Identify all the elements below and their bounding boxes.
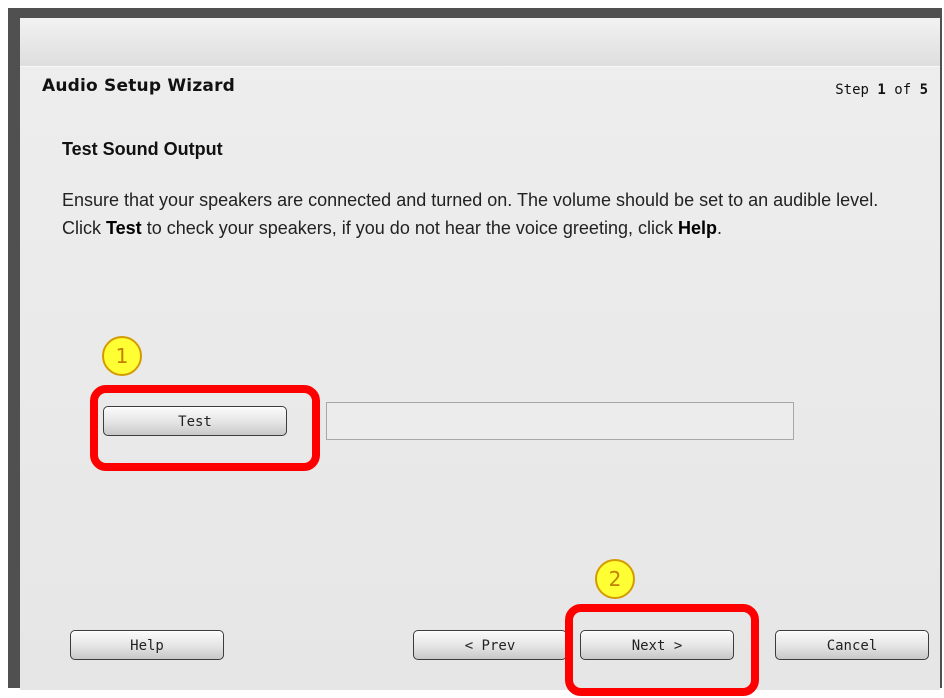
step-indicator: Step 1 of 5 — [835, 82, 928, 98]
section-title: Test Sound Output — [62, 139, 223, 159]
title-strip — [20, 18, 940, 67]
description-text: Ensure that your speakers are connected … — [62, 186, 882, 242]
step-current: 1 — [877, 82, 886, 98]
wizard-title: Audio Setup Wizard — [42, 76, 236, 96]
description-help-word: Help — [677, 218, 717, 238]
audio-setup-dialog: Audio Setup Wizard Step 1 of 5 Test Soun… — [20, 18, 940, 696]
step-of: of — [885, 82, 920, 98]
callout-badge-2: 2 — [595, 559, 635, 599]
window-frame: Audio Setup Wizard Step 1 of 5 Test Soun… — [8, 8, 942, 696]
sound-output-level-bar — [326, 402, 794, 440]
description-part-3: . — [717, 218, 723, 238]
help-button[interactable]: Help — [70, 630, 224, 660]
test-button-highlight — [90, 385, 320, 471]
callout-badge-1: 1 — [102, 336, 142, 376]
description-test-word: Test — [106, 218, 142, 238]
step-prefix: Step — [835, 82, 878, 98]
cancel-button[interactable]: Cancel — [775, 630, 929, 660]
step-total: 5 — [919, 82, 928, 98]
next-button-highlight — [565, 604, 759, 696]
prev-button[interactable]: < Prev — [413, 630, 567, 660]
description-part-2: to check your speakers, if you do not he… — [141, 218, 678, 238]
